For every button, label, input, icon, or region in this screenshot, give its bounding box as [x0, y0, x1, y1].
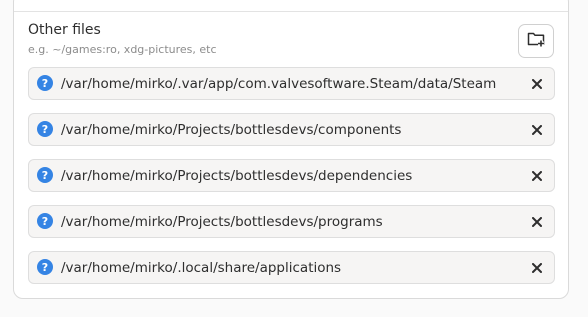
file-path: /var/home/mirko/Projects/bottlesdevs/dep…: [61, 168, 413, 184]
divider: [14, 11, 568, 12]
file-path: /var/home/mirko/Projects/bottlesdevs/com…: [61, 122, 402, 138]
question-icon: ?: [37, 167, 53, 183]
file-list: ? /var/home/mirko/.var/app/com.valvesoft…: [28, 67, 555, 297]
list-item: ? /var/home/mirko/.var/app/com.valvesoft…: [28, 67, 555, 100]
svg-text:?: ?: [42, 123, 48, 136]
close-icon[interactable]: [528, 167, 546, 185]
svg-text:?: ?: [42, 261, 48, 274]
file-path: /var/home/mirko/.local/share/application…: [61, 260, 342, 276]
question-icon: ?: [37, 75, 53, 91]
file-path: /var/home/mirko/Projects/bottlesdevs/pro…: [61, 214, 383, 230]
svg-text:?: ?: [42, 169, 48, 182]
section-title: Other files: [28, 22, 101, 38]
question-icon: ?: [37, 121, 53, 137]
folder-add-icon: [527, 31, 545, 51]
svg-text:?: ?: [42, 215, 48, 228]
other-files-card: Other files e.g. ~/games:ro, xdg-picture…: [13, 0, 569, 299]
list-item: ? /var/home/mirko/Projects/bottlesdevs/d…: [28, 159, 555, 192]
svg-text:?: ?: [42, 77, 48, 90]
list-item: ? /var/home/mirko/Projects/bottlesdevs/c…: [28, 113, 555, 146]
question-icon: ?: [37, 213, 53, 229]
close-icon[interactable]: [528, 213, 546, 231]
section-subtitle: e.g. ~/games:ro, xdg-pictures, etc: [28, 43, 217, 56]
list-item: ? /var/home/mirko/Projects/bottlesdevs/p…: [28, 205, 555, 238]
close-icon[interactable]: [528, 259, 546, 277]
question-icon: ?: [37, 259, 53, 275]
add-folder-button[interactable]: [518, 24, 554, 58]
close-icon[interactable]: [528, 121, 546, 139]
list-item: ? /var/home/mirko/.local/share/applicati…: [28, 251, 555, 284]
file-path: /var/home/mirko/.var/app/com.valvesoftwa…: [61, 76, 497, 92]
close-icon[interactable]: [528, 75, 546, 93]
